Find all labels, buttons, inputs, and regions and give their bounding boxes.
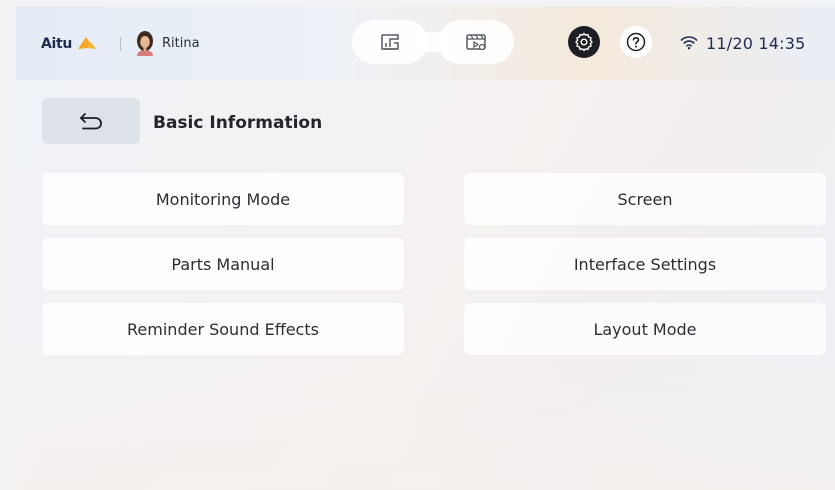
back-arrow-icon	[80, 113, 102, 130]
page-title: Basic Information	[153, 113, 323, 133]
help-icon	[626, 32, 646, 52]
mode-machine-button[interactable]	[352, 20, 428, 64]
interface-settings-button[interactable]: Interface Settings	[464, 238, 826, 290]
settings-button[interactable]	[568, 26, 600, 58]
brand-logo-text: Aitu	[41, 36, 73, 52]
brand-logo-icon	[78, 37, 96, 49]
gear-icon	[575, 32, 593, 52]
back-button[interactable]	[42, 98, 140, 144]
layout-mode-button[interactable]: Layout Mode	[464, 303, 826, 355]
machine-icon	[381, 34, 399, 50]
monitoring-mode-button[interactable]: Monitoring Mode	[42, 173, 404, 225]
wifi-icon	[680, 36, 698, 50]
user-avatar[interactable]	[133, 30, 157, 56]
app-screen: Aitu Ritina 11/20 14:35 Basic Informatio…	[16, 6, 835, 490]
header-divider	[120, 37, 121, 51]
screen-button[interactable]: Screen	[464, 173, 826, 225]
status-datetime: 11/20 14:35	[706, 34, 806, 53]
video-icon	[466, 34, 486, 51]
parts-manual-button[interactable]: Parts Manual	[42, 238, 404, 290]
mode-video-button[interactable]	[438, 20, 514, 64]
mode-switch	[352, 20, 514, 64]
top-bar: Aitu Ritina 11/20 14:35	[16, 6, 835, 80]
reminder-sound-effects-button[interactable]: Reminder Sound Effects	[42, 303, 404, 355]
user-name[interactable]: Ritina	[162, 36, 200, 51]
help-button[interactable]	[620, 26, 652, 58]
